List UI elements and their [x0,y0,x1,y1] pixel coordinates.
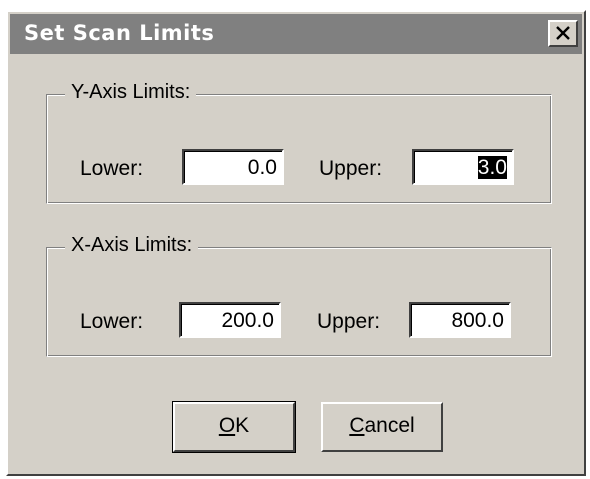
window-title: Set Scan Limits [24,21,215,45]
x-upper-value: 800.0 [451,309,504,332]
y-axis-limits-group: Y-Axis Limits: Lower: 0.0 Upper: 3.0 [46,81,552,204]
ok-mnemonic: O [218,414,236,437]
cancel-button[interactable]: Cancel [321,402,443,452]
close-icon [556,26,570,40]
y-lower-value: 0.0 [247,156,277,179]
close-button[interactable] [548,20,578,47]
x-axis-limits-legend: X-Axis Limits: [65,234,199,257]
x-axis-limits-group: X-Axis Limits: Lower: 200.0 Upper: 800.0 [46,234,552,357]
set-scan-limits-dialog: Set Scan Limits Y-Axis Limits: Lower: 0.… [6,10,586,476]
cancel-mnemonic: C [349,414,365,437]
y-axis-limits-legend: Y-Axis Limits: [65,81,197,104]
y-upper-label: Upper: [319,157,383,180]
x-upper-label: Upper: [317,310,381,333]
ok-button[interactable]: OK [172,401,296,453]
x-lower-value: 200.0 [221,309,274,332]
y-upper-value: 3.0 [477,156,507,179]
y-lower-label: Lower: [80,157,144,180]
x-lower-label: Lower: [80,310,144,333]
y-upper-input[interactable]: 3.0 [412,149,514,185]
x-lower-input[interactable]: 200.0 [179,302,281,338]
title-bar[interactable]: Set Scan Limits [10,14,582,54]
x-upper-input[interactable]: 800.0 [409,302,511,338]
cancel-label-rest: ancel [364,414,415,437]
ok-label-rest: K [235,414,250,437]
y-lower-input[interactable]: 0.0 [182,149,284,185]
